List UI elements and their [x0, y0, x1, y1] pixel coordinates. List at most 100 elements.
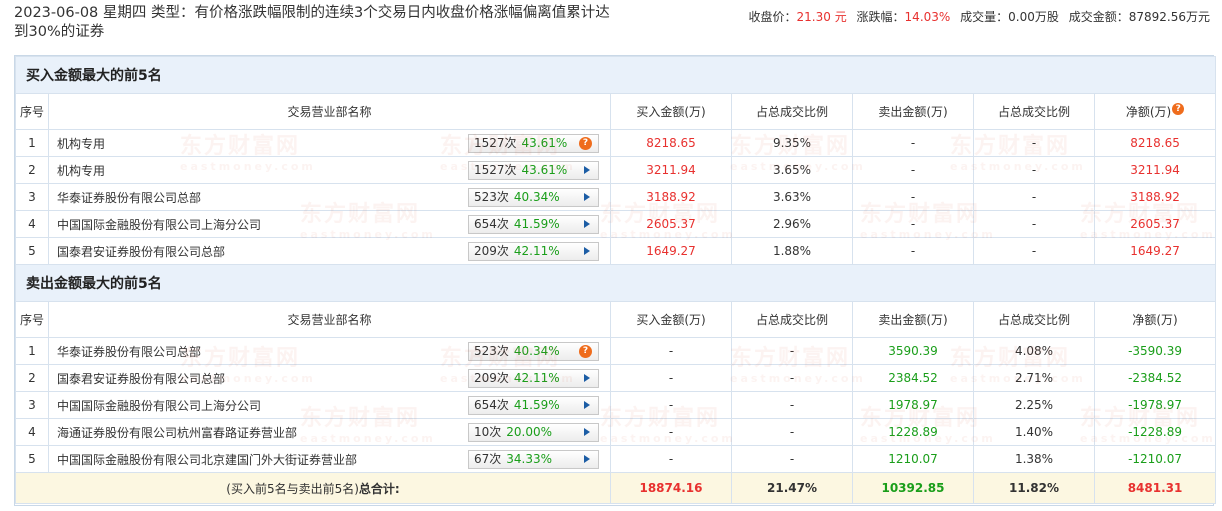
branch-name-link[interactable]: 国泰君安证券股份有限公司总部	[57, 370, 225, 387]
branch-win-rate: 43.61%	[521, 163, 568, 177]
row-sell: 1228.89	[852, 418, 974, 446]
row-sell-ratio: 4.08%	[973, 337, 1095, 365]
arrow-right-icon	[584, 193, 590, 201]
branch-win-rate: 42.11%	[513, 371, 560, 385]
row-net: -1978.97	[1093, 391, 1217, 419]
branch-stat-box[interactable]: 523次 40.34% ?	[468, 342, 599, 361]
branch-stat-box[interactable]: 1527次 43.61%	[468, 161, 599, 180]
row-name-cell: 国泰君安证券股份有限公司总部 209次 42.11%	[48, 237, 611, 265]
row-sell-ratio: 1.38%	[973, 445, 1095, 473]
row-idx: 3	[15, 183, 49, 211]
net-help-icon[interactable]: ?	[1172, 103, 1185, 115]
row-buy: -	[610, 337, 732, 365]
row-net: 1649.27	[1093, 237, 1217, 265]
row-sell-ratio: -	[973, 210, 1095, 238]
branch-name-link[interactable]: 机构专用	[57, 162, 105, 179]
row-name-cell: 华泰证券股份有限公司总部 523次 40.34% ?	[48, 337, 611, 365]
row-sell-ratio: 1.40%	[973, 418, 1095, 446]
row-sell-ratio: 2.71%	[973, 364, 1095, 392]
branch-stat-box[interactable]: 654次 41.59%	[468, 215, 599, 234]
question-icon: ?	[579, 345, 592, 358]
row-sell-ratio: -	[973, 183, 1095, 211]
row-idx: 5	[15, 237, 49, 265]
volume-value: 0.00万股	[1008, 10, 1059, 24]
sell-column-headers: 序号 交易营业部名称 买入金额(万) 占总成交比例 卖出金额(万) 占总成交比例…	[15, 301, 1217, 338]
row-buy: -	[610, 364, 732, 392]
row-name-cell: 中国国际金融股份有限公司上海分公司 654次 41.59%	[48, 391, 611, 419]
branch-name-link[interactable]: 华泰证券股份有限公司总部	[57, 189, 201, 206]
row-idx: 4	[15, 210, 49, 238]
row-net: -3590.39	[1093, 337, 1217, 365]
row-sell: 3590.39	[852, 337, 974, 365]
total-sell: 10392.85	[852, 472, 974, 504]
branch-times: 1527次	[474, 163, 517, 177]
total-sell-ratio: 11.82%	[973, 472, 1095, 504]
buy-section-header: 买入金额最大的前5名	[14, 56, 1217, 94]
total-label-prefix: (买入前5名与卖出前5名)	[226, 481, 359, 496]
total-buy: 18874.16	[610, 472, 732, 504]
branch-name-link[interactable]: 机构专用	[57, 135, 105, 152]
arrow-right-icon	[584, 220, 590, 228]
branch-stat-box[interactable]: 209次 42.11%	[468, 242, 599, 261]
row-name-cell: 中国国际金融股份有限公司北京建国门外大街证券营业部 67次 34.33%	[48, 445, 611, 473]
row-sell: -	[852, 129, 974, 157]
row-idx: 4	[15, 418, 49, 446]
table-row: 1 机构专用 1527次 43.61% ? 8218.65 9.35% - - 8…	[15, 129, 1217, 157]
branch-name-link[interactable]: 海通证券股份有限公司杭州富春路证券营业部	[57, 424, 297, 441]
col-sell-ratio: 占总成交比例	[973, 301, 1095, 338]
dragon-tiger-table: 买入金额最大的前5名 序号 交易营业部名称 买入金额(万) 占总成交比例 卖出金…	[14, 56, 1217, 504]
row-name-cell: 机构专用 1527次 43.61% ?	[48, 129, 611, 157]
row-name-cell: 海通证券股份有限公司杭州富春路证券营业部 10次 20.00%	[48, 418, 611, 446]
col-net: 净额(万)?	[1093, 93, 1217, 130]
row-buy-ratio: 3.63%	[731, 183, 853, 211]
price-stats: 收盘价：21.30 元 涨跌幅：14.03% 成交量：0.00万股 成交金额：8…	[749, 8, 1210, 25]
buy-section-title: 买入金额最大的前5名	[14, 56, 1217, 94]
branch-stat-box[interactable]: 1527次 43.61% ?	[468, 134, 599, 153]
col-name: 交易营业部名称	[48, 93, 611, 130]
row-sell: -	[852, 237, 974, 265]
col-sell: 卖出金额(万)	[852, 93, 974, 130]
row-name-cell: 华泰证券股份有限公司总部 523次 40.34%	[48, 183, 611, 211]
branch-win-rate: 40.34%	[513, 190, 560, 204]
branch-stat-box[interactable]: 10次 20.00%	[468, 423, 599, 442]
arrow-right-icon	[584, 247, 590, 255]
branch-stat-box[interactable]: 67次 34.33%	[468, 450, 599, 469]
col-idx: 序号	[15, 93, 49, 130]
branch-times: 654次	[474, 217, 509, 231]
col-net: 净额(万)	[1093, 301, 1217, 338]
branch-times: 523次	[474, 190, 509, 204]
table-row: 2 机构专用 1527次 43.61% 3211.94 3.65% - - 321…	[15, 156, 1217, 184]
row-buy: -	[610, 445, 732, 473]
arrow-right-icon	[584, 401, 590, 409]
branch-name-link[interactable]: 中国国际金融股份有限公司上海分公司	[57, 216, 261, 233]
branch-win-rate: 20.00%	[506, 425, 553, 439]
branch-stat-box[interactable]: 209次 42.11%	[468, 369, 599, 388]
branch-times: 209次	[474, 244, 509, 258]
branch-times: 1527次	[474, 136, 517, 150]
branch-times: 10次	[474, 425, 502, 439]
row-buy: 3211.94	[610, 156, 732, 184]
row-buy: 1649.27	[610, 237, 732, 265]
row-buy-ratio: -	[731, 337, 853, 365]
branch-name-link[interactable]: 华泰证券股份有限公司总部	[57, 343, 201, 360]
buy-column-headers: 序号 交易营业部名称 买入金额(万) 占总成交比例 卖出金额(万) 占总成交比例…	[15, 93, 1217, 130]
table-row: 5 中国国际金融股份有限公司北京建国门外大街证券营业部 67次 34.33% - …	[15, 445, 1217, 473]
row-idx: 3	[15, 391, 49, 419]
branch-name-link[interactable]: 中国国际金融股份有限公司北京建国门外大街证券营业部	[57, 451, 357, 468]
total-label-bold: 总合计:	[358, 481, 400, 496]
row-idx: 1	[15, 337, 49, 365]
row-net: -1210.07	[1093, 445, 1217, 473]
row-net: -1228.89	[1093, 418, 1217, 446]
row-buy-ratio: 2.96%	[731, 210, 853, 238]
branch-stat-box[interactable]: 523次 40.34%	[468, 188, 599, 207]
branch-stat-box[interactable]: 654次 41.59%	[468, 396, 599, 415]
branch-name-link[interactable]: 国泰君安证券股份有限公司总部	[57, 243, 225, 260]
branch-win-rate: 34.33%	[506, 452, 553, 466]
page-header: 2023-06-08 星期四 类型：有价格涨跌幅限制的连续3个交易日内收盘价格涨…	[14, 4, 1210, 50]
row-buy: -	[610, 391, 732, 419]
row-idx: 2	[15, 156, 49, 184]
branch-times: 209次	[474, 371, 509, 385]
branch-name-link[interactable]: 中国国际金融股份有限公司上海分公司	[57, 397, 261, 414]
row-net: -2384.52	[1093, 364, 1217, 392]
row-buy-ratio: 9.35%	[731, 129, 853, 157]
